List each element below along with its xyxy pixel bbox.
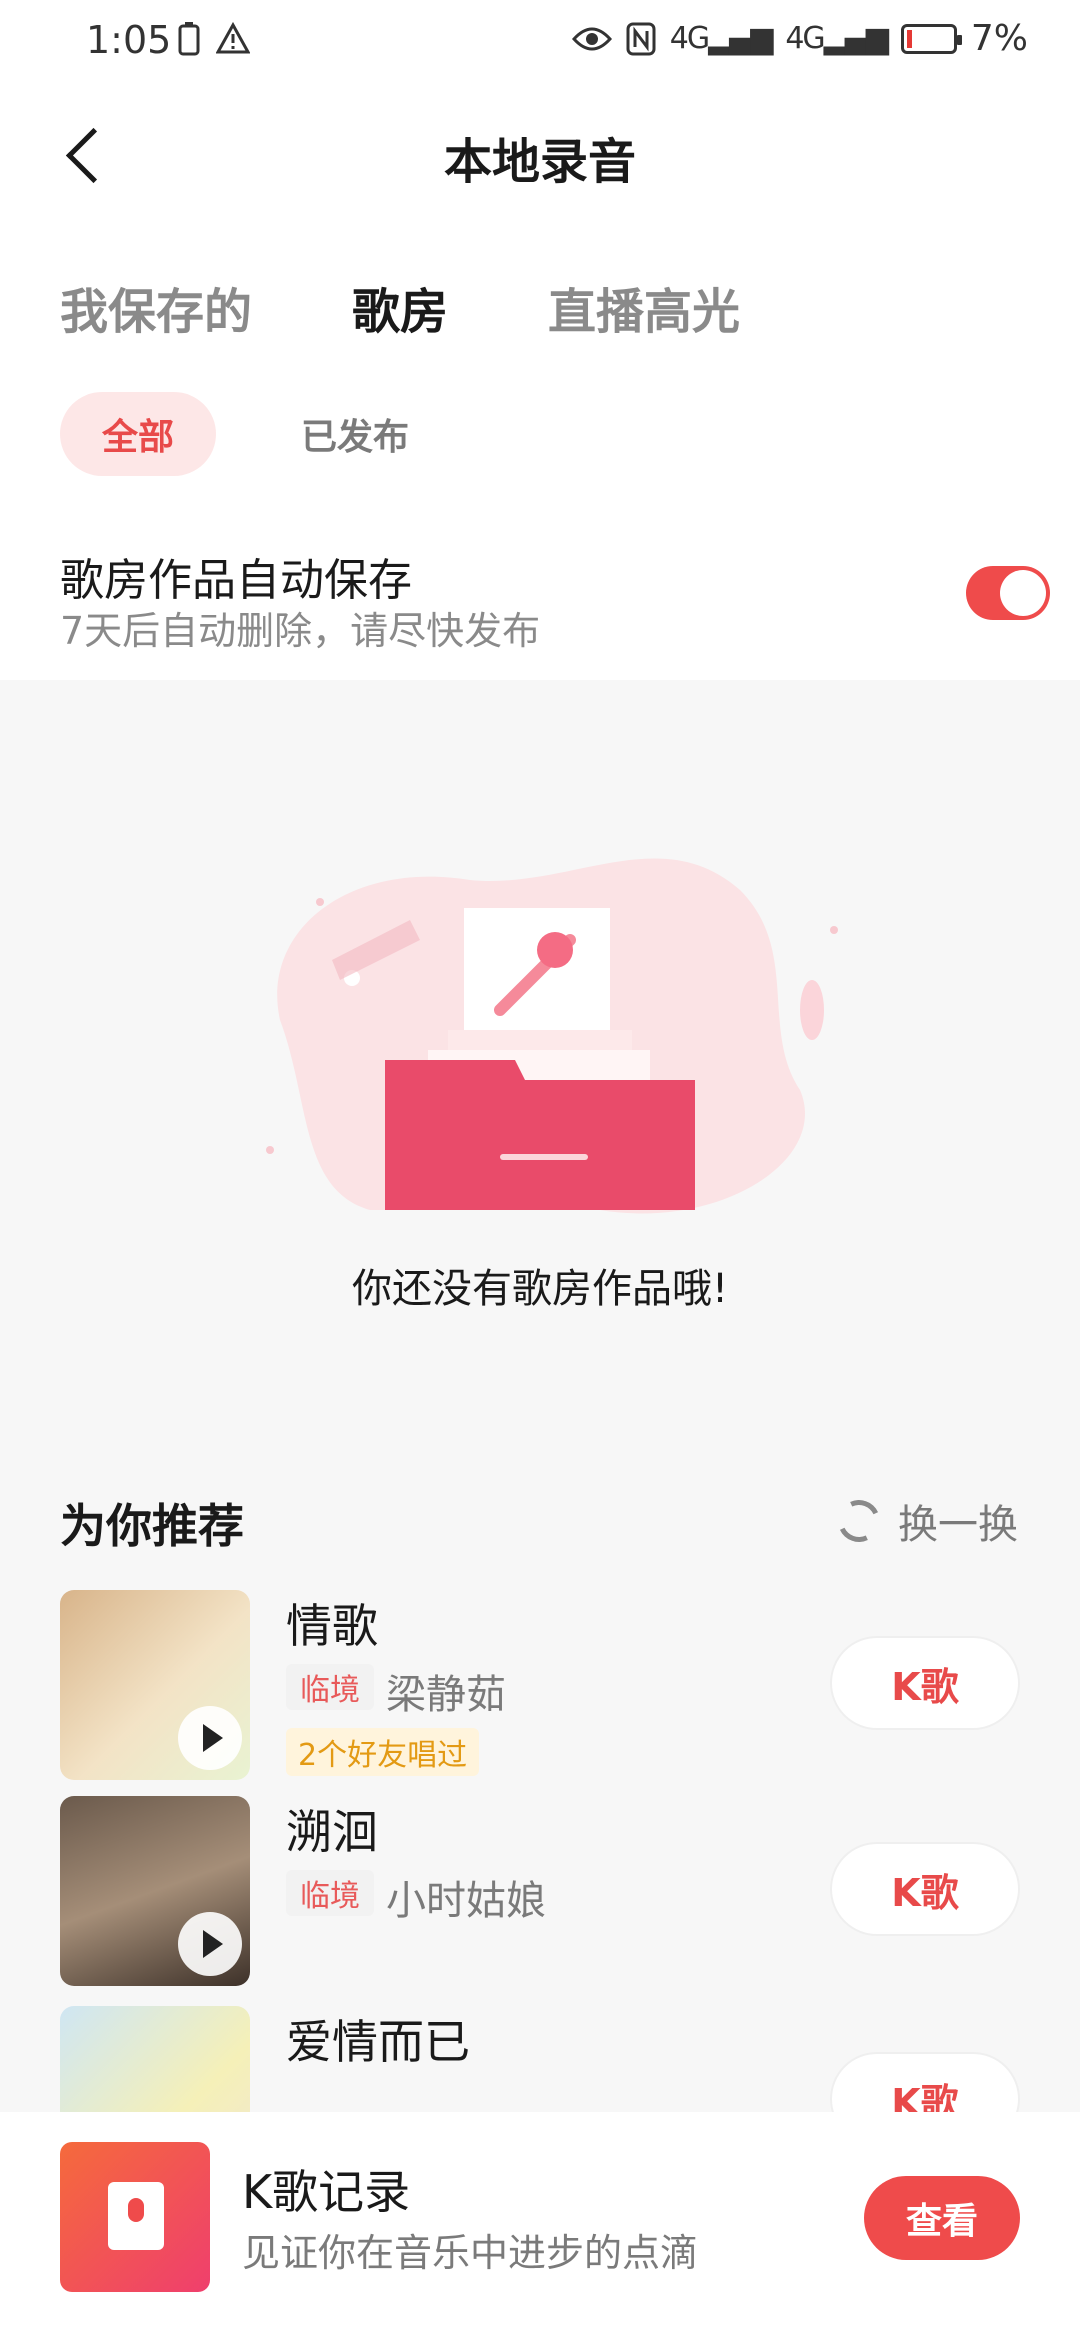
tab-bar: 我保存的 歌房 直播高光 [60,272,740,342]
song-artist: 小时姑娘 [386,1878,546,1924]
auto-save-toggle[interactable] [966,566,1050,620]
view-button[interactable]: 查看 [864,2176,1020,2260]
auto-save-subtitle: 7天后自动删除，请尽快发布 [60,609,541,653]
song-name: 爱情而已 [286,2015,470,2069]
banner-subtitle: 见证你在音乐中进步的点滴 [242,2231,699,2275]
auto-save-title: 歌房作品自动保存 [60,555,412,606]
sing-button[interactable]: K歌 [830,1842,1020,1936]
battery-saver-icon [178,22,200,56]
karaoke-record-icon [60,2142,210,2292]
tab-saved[interactable]: 我保存的 [60,272,252,342]
battery-icon [900,23,962,54]
play-icon[interactable] [178,1912,242,1976]
toggle-knob [1000,570,1046,616]
song-item[interactable]: 情歌 临境 梁静茹 2个好友唱过 K歌 [0,1590,1080,1790]
refresh-icon [832,1494,886,1548]
status-bar: 1:05 4G▂▄▆ 4G▂▄▆ 7% [0,0,1080,80]
empty-state-message: 你还没有歌房作品哦! [351,1266,729,1312]
signal-2-icon: 4G▂▄▆ [785,21,889,56]
tab-song-room[interactable]: 歌房 [352,272,448,342]
play-icon[interactable] [178,1706,242,1770]
status-left-icons [178,22,250,56]
filter-published[interactable]: 已发布 [280,392,430,476]
status-time: 1:05 [86,18,172,62]
warning-icon [216,22,250,54]
song-name: 溯洄 [286,1805,378,1859]
status-right: 4G▂▄▆ 4G▂▄▆ 7% [571,18,1028,59]
recommend-title: 为你推荐 [60,1499,244,1553]
song-item[interactable]: 溯洄 临境 小时姑娘 K歌 [0,1796,1080,1996]
tab-live-highlights[interactable]: 直播高光 [548,272,740,342]
refresh-button[interactable]: 换一换 [832,1492,1018,1550]
signal-1-icon: 4G▂▄▆ [669,21,774,56]
karaoke-record-banner[interactable]: K歌记录 见证你在音乐中进步的点滴 查看 [0,2112,1080,2340]
friends-sang-badge: 2个好友唱过 [286,1728,480,1776]
song-badge: 临境 [286,1664,374,1710]
sing-button[interactable]: K歌 [830,1636,1020,1730]
filter-all[interactable]: 全部 [60,392,216,476]
page-title: 本地录音 [443,134,636,190]
battery-percent: 7% [970,18,1028,59]
refresh-label: 换一换 [898,1502,1018,1548]
nfc-icon [626,22,656,55]
banner-title: K歌记录 [242,2165,411,2219]
empty-drawer-illustration [266,858,838,1214]
song-artist: 梁静茹 [386,1672,506,1718]
song-name: 情歌 [286,1599,378,1653]
song-cover[interactable] [60,1590,250,1780]
song-cover[interactable] [60,1796,250,1986]
song-badge: 临境 [286,1870,374,1916]
eye-icon [571,27,612,50]
